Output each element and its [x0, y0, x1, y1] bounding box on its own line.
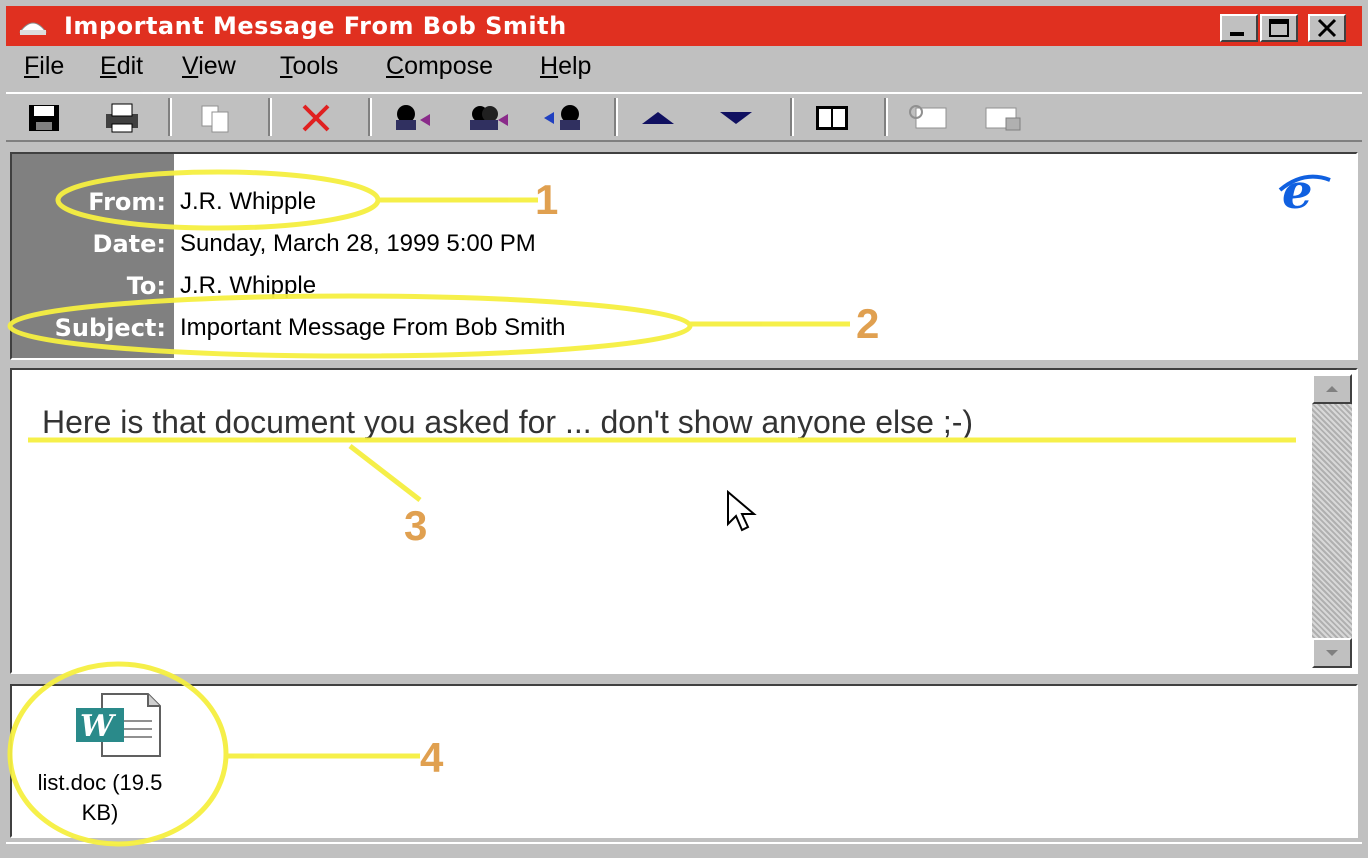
next-icon — [720, 112, 752, 124]
mail-icon — [19, 22, 47, 35]
minimize-icon — [1230, 32, 1244, 36]
reply-all-button[interactable] — [464, 98, 512, 138]
attachment-filename: list.doc (19.5 KB) — [20, 768, 180, 828]
attachment-name-line: list.doc (19.5 — [37, 770, 163, 795]
toolbar-separator — [168, 98, 172, 136]
message-header: From: Date: To: Subject: J.R. Whipple Su… — [10, 152, 1358, 360]
sign-icon — [909, 105, 947, 129]
svg-text:W: W — [80, 709, 117, 744]
mouse-cursor-icon — [727, 490, 757, 532]
address-book-icon — [816, 106, 848, 130]
save-icon — [29, 105, 59, 131]
subject-label: Subject: — [54, 314, 166, 342]
header-label-column: From: Date: To: Subject: — [12, 154, 174, 358]
address-book-button[interactable] — [808, 98, 856, 138]
close-icon — [1317, 18, 1337, 38]
close-button[interactable] — [1308, 14, 1346, 42]
arrow-up-icon — [1326, 386, 1338, 392]
encrypt-icon — [985, 107, 1021, 131]
message-body[interactable]: Here is that document you asked for ... … — [10, 368, 1358, 674]
attachment-item[interactable]: W list.doc (19.5 KB) — [12, 686, 192, 836]
date-label: Date: — [92, 230, 166, 258]
next-button[interactable] — [712, 98, 760, 138]
svg-text:e: e — [1282, 166, 1313, 216]
maximize-button[interactable] — [1260, 14, 1298, 42]
menu-file[interactable]: File — [24, 52, 64, 81]
previous-icon — [642, 112, 674, 124]
title-bar[interactable]: Important Message From Bob Smith — [6, 6, 1362, 46]
toolbar-separator — [614, 98, 618, 136]
delete-icon — [302, 104, 330, 132]
maximize-icon — [1269, 19, 1289, 37]
copy-button[interactable] — [192, 98, 240, 138]
print-icon — [106, 103, 138, 133]
subject-value: Important Message From Bob Smith — [180, 314, 566, 341]
attachment-size-line: KB) — [81, 800, 119, 825]
menu-view[interactable]: View — [182, 52, 236, 81]
arrow-down-icon — [1326, 650, 1338, 656]
from-label: From: — [88, 188, 166, 216]
to-label: To: — [126, 272, 166, 300]
sign-button[interactable] — [904, 98, 952, 138]
reply-icon — [396, 105, 430, 130]
attachment-pane: W list.doc (19.5 KB) — [10, 684, 1358, 838]
reply-button[interactable] — [388, 98, 436, 138]
menu-edit[interactable]: Edit — [100, 52, 143, 81]
copy-icon — [201, 105, 229, 133]
body-text: Here is that document you asked for ... … — [42, 404, 974, 440]
window-title: Important Message From Bob Smith — [64, 12, 567, 40]
toolbar — [6, 92, 1362, 142]
menu-compose[interactable]: Compose — [386, 52, 493, 81]
scroll-up-button[interactable] — [1312, 374, 1352, 404]
vertical-scrollbar[interactable] — [1312, 374, 1352, 668]
internet-explorer-icon: e — [1278, 166, 1331, 216]
reply-all-icon — [470, 106, 508, 130]
previous-button[interactable] — [634, 98, 682, 138]
delete-button[interactable] — [292, 98, 340, 138]
minimize-button[interactable] — [1220, 14, 1258, 42]
encrypt-button[interactable] — [980, 98, 1028, 138]
menu-bar: File Edit View Tools Compose Help — [6, 46, 1362, 90]
menu-tools[interactable]: Tools — [280, 52, 338, 81]
toolbar-separator — [790, 98, 794, 136]
forward-button[interactable] — [540, 98, 588, 138]
toolbar-separator — [884, 98, 888, 136]
forward-icon — [544, 105, 580, 130]
toolbar-separator — [268, 98, 272, 136]
from-value[interactable]: J.R. Whipple — [180, 188, 316, 216]
print-button[interactable] — [98, 98, 146, 138]
save-button[interactable] — [20, 98, 68, 138]
scroll-down-button[interactable] — [1312, 638, 1352, 668]
date-value: Sunday, March 28, 1999 5:00 PM — [180, 230, 536, 257]
word-document-icon: W — [76, 693, 161, 757]
to-value[interactable]: J.R. Whipple — [180, 272, 316, 300]
menu-help[interactable]: Help — [540, 52, 591, 81]
toolbar-separator — [368, 98, 372, 136]
